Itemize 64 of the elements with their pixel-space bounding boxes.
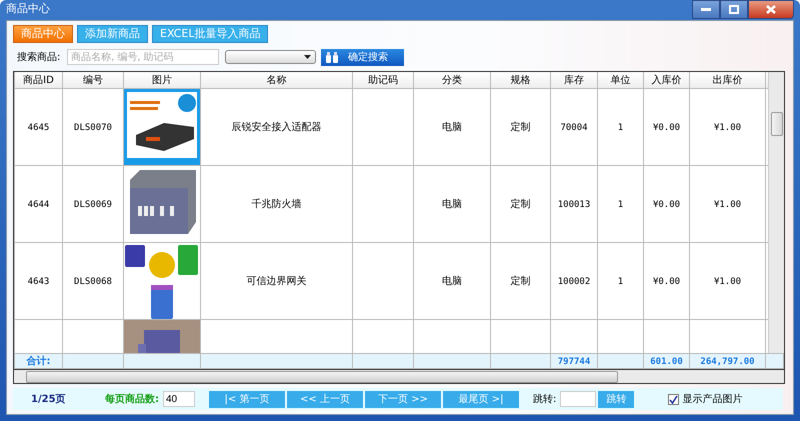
table-cell: 电脑 bbox=[442, 276, 462, 287]
search-label: 搜索商品: bbox=[17, 50, 62, 64]
total-value: 797744 bbox=[558, 356, 590, 366]
checkbox[interactable] bbox=[668, 394, 680, 404]
total-label: 合计: bbox=[26, 356, 50, 367]
column-header[interactable]: 库存 bbox=[550, 72, 598, 88]
jump-label: 跳转: bbox=[533, 392, 556, 406]
column-header[interactable]: 编号 bbox=[62, 72, 124, 88]
window-title: 商品中心 bbox=[6, 1, 50, 17]
table-cell: DLS0068 bbox=[74, 276, 112, 286]
maximize-button[interactable] bbox=[720, 0, 748, 19]
table-cell: 电脑 bbox=[442, 199, 462, 210]
table-cell: ¥0.00 bbox=[652, 200, 680, 210]
table-cell: ¥1.00 bbox=[714, 122, 742, 132]
table-cell: 1 bbox=[618, 200, 624, 210]
table-cell: 100002 bbox=[558, 276, 590, 286]
table-cell: 定制 bbox=[510, 122, 530, 133]
per-page-label: 每页商品数: bbox=[105, 392, 159, 406]
vertical-scrollbar[interactable] bbox=[768, 72, 784, 353]
column-header[interactable]: 规格 bbox=[490, 72, 550, 88]
column-header[interactable]: 图片 bbox=[124, 72, 200, 88]
table-cell: ¥0.00 bbox=[652, 122, 680, 132]
column-header[interactable]: 商品ID bbox=[14, 72, 62, 88]
table-cell: ¥0.00 bbox=[652, 276, 680, 286]
table-cell: 4644 bbox=[28, 200, 50, 210]
table-cell: 辰锐安全接入适配器 bbox=[232, 122, 322, 133]
per-page-field[interactable]: 40 bbox=[163, 391, 195, 407]
checkbox-label: 显示产品图片 bbox=[682, 392, 742, 406]
category-dropdown[interactable] bbox=[225, 50, 316, 64]
minimize-button[interactable] bbox=[692, 0, 720, 19]
table-cell: ¥1.00 bbox=[714, 276, 742, 286]
table-cell: 电脑 bbox=[442, 122, 462, 133]
column-header[interactable]: 分类 bbox=[414, 72, 490, 88]
minimize-icon bbox=[701, 8, 711, 12]
column-header[interactable]: 入库价 bbox=[644, 72, 690, 88]
table-cell: 100013 bbox=[558, 200, 590, 210]
table-cell: DLS0070 bbox=[74, 122, 112, 132]
table-cell: 1 bbox=[618, 276, 624, 286]
table-cell: 千兆防火墙 bbox=[252, 199, 302, 210]
column-header[interactable]: 助记码 bbox=[352, 72, 414, 88]
table-cell: 4643 bbox=[28, 276, 50, 286]
table-cell: 定制 bbox=[510, 199, 530, 210]
close-button[interactable] bbox=[748, 0, 794, 19]
table-cell: 70004 bbox=[560, 122, 588, 132]
column-header[interactable]: 单位 bbox=[598, 72, 644, 88]
table-cell: 可信边界网关 bbox=[246, 276, 306, 287]
table-cell: DLS0069 bbox=[74, 200, 112, 210]
binoculars-icon bbox=[326, 52, 338, 62]
page-indicator: 1/25页 bbox=[30, 393, 67, 406]
maximize-icon bbox=[729, 5, 739, 14]
caret-icon bbox=[304, 55, 311, 59]
column-header[interactable]: 名称 bbox=[200, 72, 352, 88]
search-field[interactable]: 商品名称, 编号, 助记码 bbox=[67, 49, 219, 65]
table-cell: 1 bbox=[618, 122, 624, 132]
table-cell: ¥1.00 bbox=[714, 200, 742, 210]
horizontal-scrollbar[interactable] bbox=[14, 369, 784, 383]
table-cell: 定制 bbox=[510, 276, 530, 287]
total-value: 264,797.00 bbox=[700, 356, 755, 366]
close-icon bbox=[766, 5, 776, 14]
column-header[interactable]: 出库价 bbox=[690, 72, 766, 88]
search-button[interactable]: 确定搜索 bbox=[321, 48, 404, 66]
total-value: 601.00 bbox=[650, 356, 683, 366]
jump-field[interactable] bbox=[560, 391, 596, 407]
table-cell: 4645 bbox=[28, 122, 50, 132]
